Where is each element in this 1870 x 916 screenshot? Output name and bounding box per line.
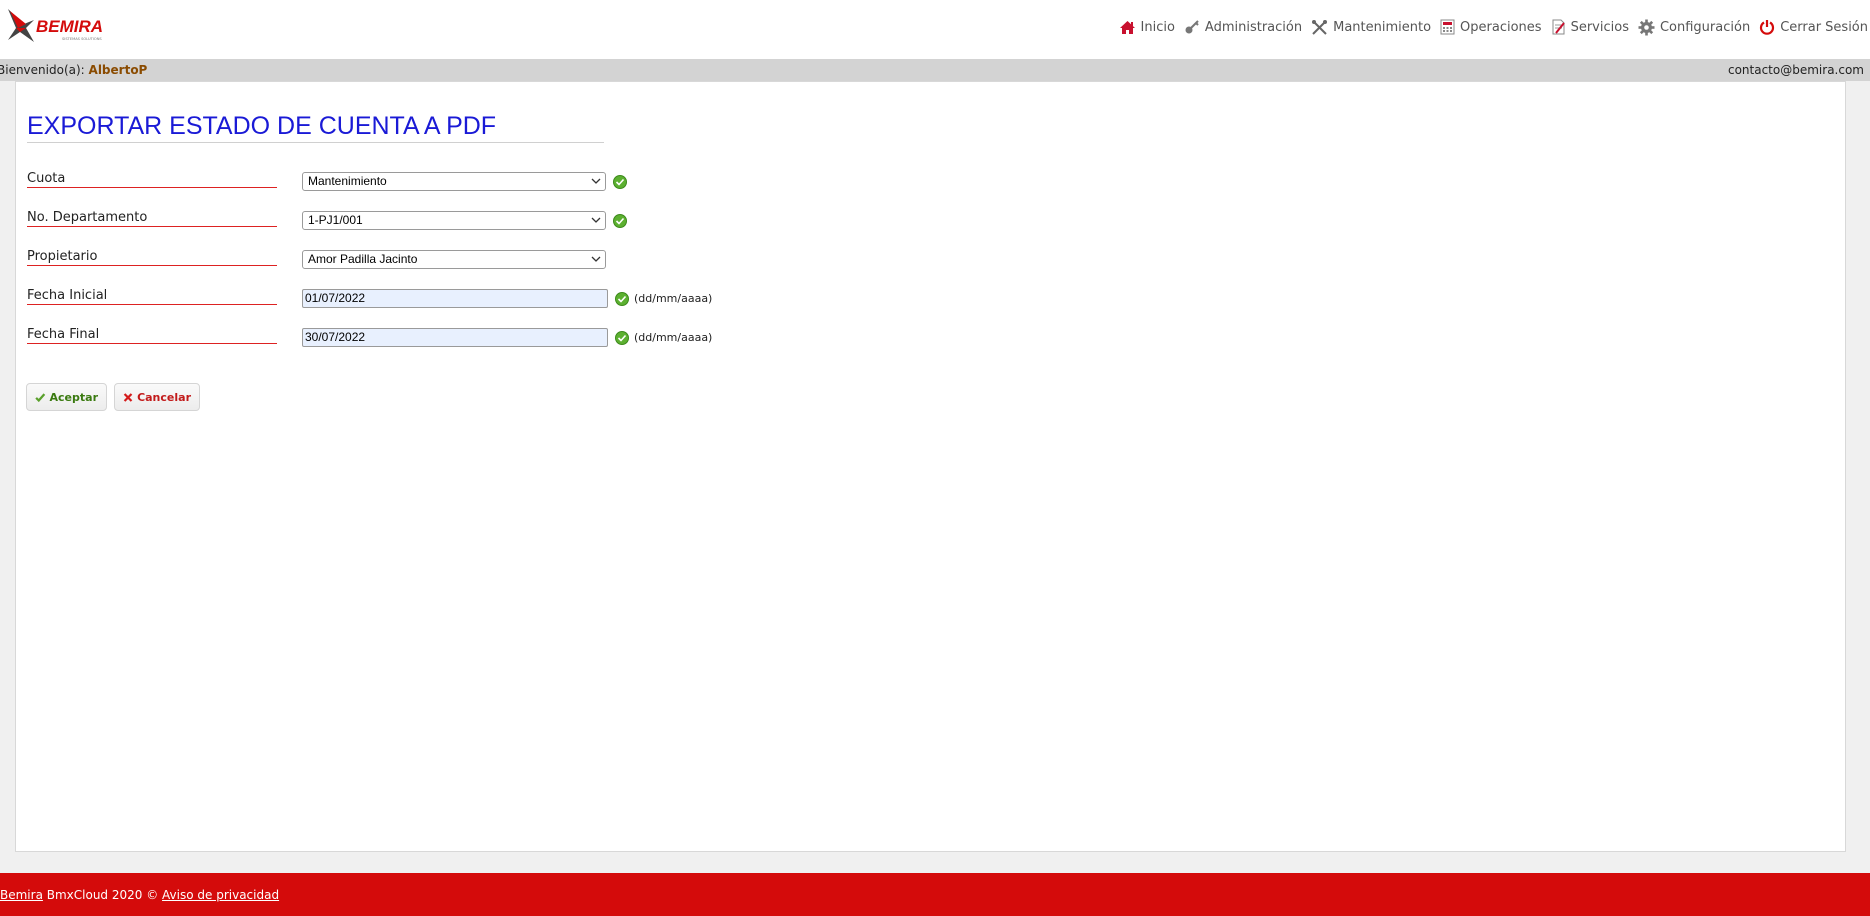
departamento-select[interactable]: 1-PJ1/001 — [302, 211, 606, 230]
cuota-label: Cuota — [27, 171, 277, 188]
date-format-hint: (dd/mm/aaaa) — [634, 292, 713, 305]
departamento-label: No. Departamento — [27, 210, 277, 227]
fecha-final-row: Fecha Final 30/07/2022 (dd/mm/aaaa) — [27, 327, 747, 349]
check-valid-icon — [615, 292, 629, 306]
calculator-icon — [1440, 19, 1455, 35]
svg-text:SISTEMAS SOLUTIONS: SISTEMAS SOLUTIONS — [62, 37, 102, 41]
propietario-row: Propietario Amor Padilla Jacinto — [27, 249, 747, 271]
privacy-link[interactable]: Aviso de privacidad — [162, 888, 279, 902]
footer-copyright: BmxCloud 2020 © — [42, 888, 163, 902]
nav-operaciones[interactable]: Operaciones — [1440, 19, 1542, 35]
fecha-inicial-row: Fecha Inicial 01/07/2022 (dd/mm/aaaa) — [27, 288, 747, 310]
key-icon — [1185, 20, 1199, 34]
cancel-button[interactable]: Cancelar — [114, 383, 200, 411]
cancel-label: Cancelar — [137, 390, 191, 404]
fecha-final-input[interactable]: 30/07/2022 — [302, 328, 608, 347]
svg-text:BEMIRA: BEMIRA — [36, 17, 103, 36]
cuota-row: Cuota Mantenimiento — [27, 171, 747, 193]
chevron-down-icon — [591, 178, 601, 184]
accept-label: Aceptar — [49, 390, 98, 404]
header: BEMIRA SISTEMAS SOLUTIONS Inicio Adminis… — [0, 0, 1870, 59]
main-nav: Inicio Administración Mantenimiento Oper… — [1119, 16, 1870, 38]
propietario-selected-value: Amor Padilla Jacinto — [308, 252, 418, 266]
departamento-row: No. Departamento 1-PJ1/001 — [27, 210, 747, 232]
check-valid-icon — [613, 214, 627, 228]
nav-label: Administración — [1204, 19, 1303, 35]
check-valid-icon — [615, 331, 629, 345]
footer-text: Bemira BmxCloud 2020 © Aviso de privacid… — [0, 888, 279, 902]
footer-brand-link[interactable]: Bemira — [0, 888, 43, 902]
chevron-down-icon — [591, 217, 601, 223]
chevron-down-icon — [591, 256, 601, 262]
nav-configuracion[interactable]: Configuración — [1638, 19, 1750, 36]
bemira-logo[interactable]: BEMIRA SISTEMAS SOLUTIONS — [4, 6, 134, 48]
logo-icon: BEMIRA SISTEMAS SOLUTIONS — [8, 9, 103, 42]
accept-button[interactable]: Aceptar — [26, 383, 107, 411]
nav-inicio[interactable]: Inicio — [1119, 20, 1175, 35]
nav-administracion[interactable]: Administración — [1184, 19, 1302, 35]
fecha-inicial-input[interactable]: 01/07/2022 — [302, 289, 608, 308]
propietario-label: Propietario — [27, 249, 277, 266]
fecha-final-label: Fecha Final — [27, 327, 277, 344]
home-icon — [1119, 20, 1135, 34]
close-icon — [123, 392, 133, 402]
footer: Bemira BmxCloud 2020 © Aviso de privacid… — [0, 873, 1870, 916]
welcome-message: Bienvenido(a): AlbertoP — [0, 63, 147, 77]
cuota-select[interactable]: Mantenimiento — [302, 172, 606, 191]
tools-icon — [1312, 19, 1328, 35]
nav-cerrar-sesion[interactable]: Cerrar Sesión — [1759, 19, 1868, 35]
nav-mantenimiento[interactable]: Mantenimiento — [1311, 19, 1431, 36]
nav-label: Mantenimiento — [1333, 19, 1432, 35]
power-icon — [1760, 20, 1775, 35]
nav-label: Inicio — [1140, 19, 1175, 35]
welcome-prefix: Bienvenido(a): — [0, 63, 85, 77]
main-panel: EXPORTAR ESTADO DE CUENTA A PDF Cuota Ma… — [15, 81, 1846, 852]
cuota-selected-value: Mantenimiento — [308, 174, 387, 188]
checkmark-icon — [35, 392, 46, 402]
gear-icon — [1638, 19, 1655, 35]
nav-label: Operaciones — [1460, 19, 1542, 35]
departamento-selected-value: 1-PJ1/001 — [308, 213, 363, 227]
nav-label: Configuración — [1659, 19, 1751, 35]
date-format-hint: (dd/mm/aaaa) — [634, 331, 713, 344]
fecha-inicial-label: Fecha Inicial — [27, 288, 277, 305]
welcome-username: AlbertoP — [88, 63, 148, 77]
nav-label: Servicios — [1570, 19, 1629, 35]
welcome-bar: Bienvenido(a): AlbertoP contacto@bemira.… — [0, 59, 1870, 81]
nav-label: Cerrar Sesión — [1780, 19, 1868, 35]
contact-email: contacto@bemira.com — [1727, 63, 1864, 77]
document-icon — [1552, 19, 1565, 35]
page-title: EXPORTAR ESTADO DE CUENTA A PDF — [27, 112, 604, 143]
check-valid-icon — [613, 175, 627, 189]
nav-servicios[interactable]: Servicios — [1551, 19, 1629, 35]
propietario-select[interactable]: Amor Padilla Jacinto — [302, 250, 606, 269]
